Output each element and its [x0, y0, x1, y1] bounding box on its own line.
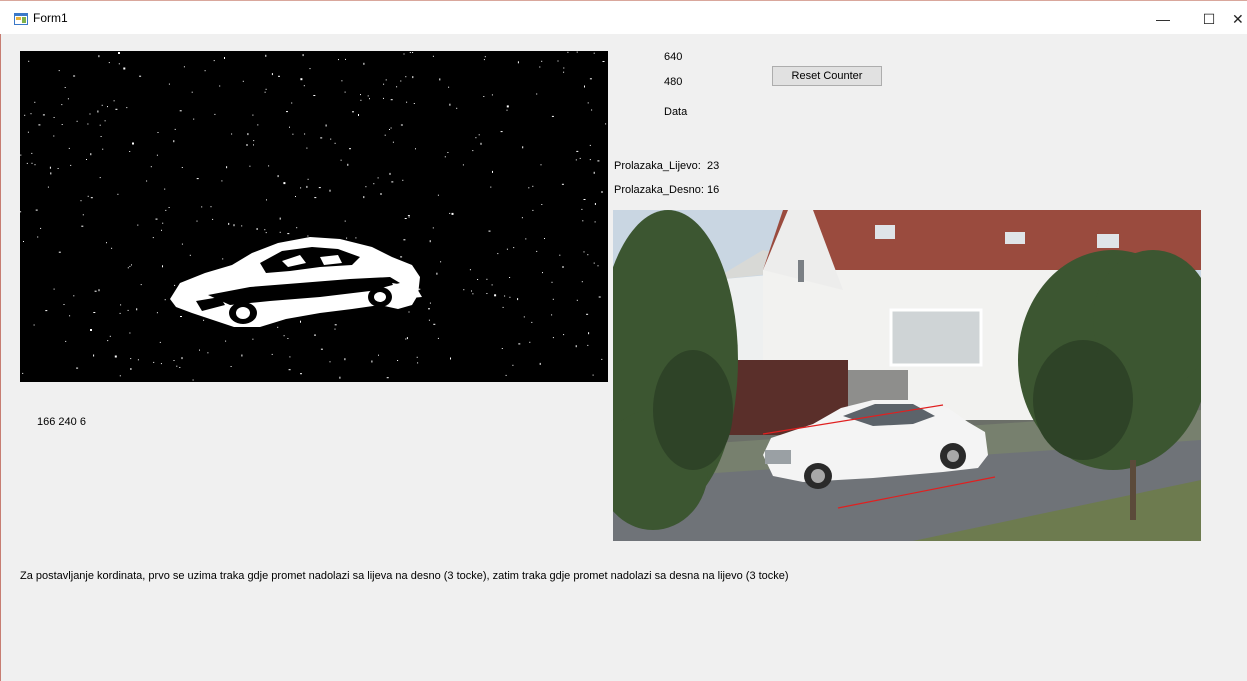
camera-frame-image — [613, 210, 1201, 541]
left-count-caption: Prolazaka_Lijevo: — [614, 160, 701, 172]
instructions-label: Za postavljanje kordinata, prvo se uzima… — [20, 570, 789, 582]
left-count-value: 23 — [707, 160, 720, 172]
right-count-value: 16 — [707, 184, 720, 196]
form-app-icon — [14, 13, 28, 25]
camera-picture-box[interactable] — [613, 210, 1201, 541]
data-label: Data — [664, 106, 688, 118]
motion-mask-image — [20, 51, 607, 381]
right-count-caption: Prolazaka_Desno: — [614, 184, 704, 196]
minimize-icon: — — [1156, 11, 1170, 27]
coordinates-readout: 166 240 6 — [37, 416, 86, 428]
window-title: Form1 — [33, 11, 68, 25]
window-border — [0, 34, 1, 681]
mask-picture-box[interactable] — [20, 51, 608, 382]
close-button[interactable]: ✕ — [1232, 5, 1247, 33]
maximize-button[interactable]: ☐ — [1186, 5, 1232, 33]
close-icon: ✕ — [1232, 10, 1244, 27]
maximize-icon: ☐ — [1202, 10, 1216, 27]
frame-height-label: 480 — [664, 76, 683, 88]
minimize-button[interactable]: — — [1140, 5, 1186, 33]
title-bar: Form1 — ☐ ✕ — [0, 0, 1247, 34]
frame-width-label: 640 — [664, 51, 683, 63]
reset-counter-button[interactable]: Reset Counter — [772, 66, 882, 86]
